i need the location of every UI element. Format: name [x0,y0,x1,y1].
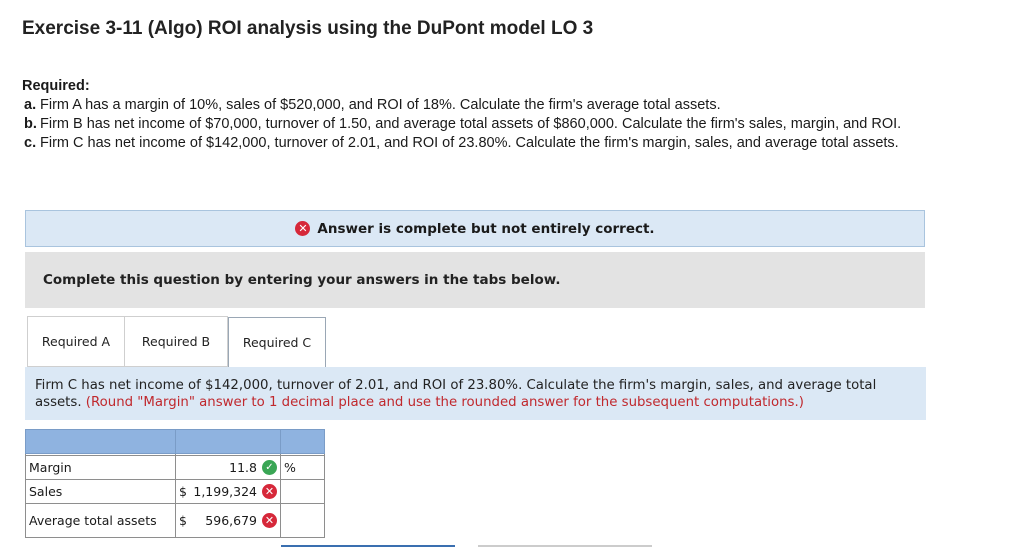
sales-value: 1,199,324 [193,484,257,499]
unit-cell [280,479,325,504]
table-row-average-total-assets: Average total assets $ 596,679 ✕ [25,503,325,538]
row-label: Sales [25,479,176,504]
answer-table: Margin 11.8 ✓ % Sales $ 1,199,324 ✕ Aver… [25,429,325,538]
required-item-text: Firm B has net income of $70,000, turnov… [40,116,902,132]
unit-cell [280,503,325,538]
table-row-sales: Sales $ 1,199,324 ✕ [25,479,325,504]
header-cell [175,429,281,454]
header-cell [25,429,176,454]
tab-bar: Required A Required B Required C [27,316,326,368]
required-item-b: b. Firm B has net income of $70,000, turn… [22,115,1022,134]
result-banner-text: Answer is complete but not entirely corr… [317,220,655,237]
answer-table-header [25,429,325,454]
x-circle-icon: ✕ [262,484,277,499]
x-circle-icon: ✕ [262,513,277,528]
required-item-letter: b. [24,116,37,132]
tab-required-a[interactable]: Required A [27,316,125,367]
required-item-letter: c. [24,135,37,151]
required-heading: Required: [22,78,90,94]
currency-prefix: $ [179,513,187,528]
tab-required-c[interactable]: Required C [228,317,326,368]
tab-required-b[interactable]: Required B [125,316,228,367]
header-cell [280,429,325,454]
required-item-c: c. Firm C has net income of $142,000, tur… [22,134,1022,153]
unit-cell: % [280,455,325,480]
required-item-text: Firm C has net income of $142,000, turno… [40,135,899,151]
question-hint: (Round "Margin" answer to 1 decimal plac… [85,395,804,410]
average-total-assets-input[interactable]: $ 596,679 ✕ [175,503,281,538]
question-panel: Firm C has net income of $142,000, turno… [25,367,926,420]
currency-prefix: $ [179,484,187,499]
instruction-bar: Complete this question by entering your … [25,252,925,308]
result-banner: ✕ Answer is complete but not entirely co… [25,210,925,247]
row-label: Average total assets [25,503,176,538]
x-circle-icon: ✕ [295,221,311,236]
table-row-margin: Margin 11.8 ✓ % [25,455,325,480]
exercise-title: Exercise 3-11 (Algo) ROI analysis using … [22,18,594,39]
sales-input[interactable]: $ 1,199,324 ✕ [175,479,281,504]
required-section: Required: a. Firm A has a margin of 10%, … [22,77,1022,153]
instruction-text: Complete this question by entering your … [43,272,561,288]
average-total-assets-value: 596,679 [205,513,257,528]
margin-value: 11.8 [229,460,257,475]
check-circle-icon: ✓ [262,460,277,475]
margin-input[interactable]: 11.8 ✓ [175,455,281,480]
row-label: Margin [25,455,176,480]
required-item-letter: a. [24,97,37,113]
required-item-text: Firm A has a margin of 10%, sales of $52… [40,97,721,113]
required-item-a: a. Firm A has a margin of 10%, sales of $… [22,96,1022,115]
